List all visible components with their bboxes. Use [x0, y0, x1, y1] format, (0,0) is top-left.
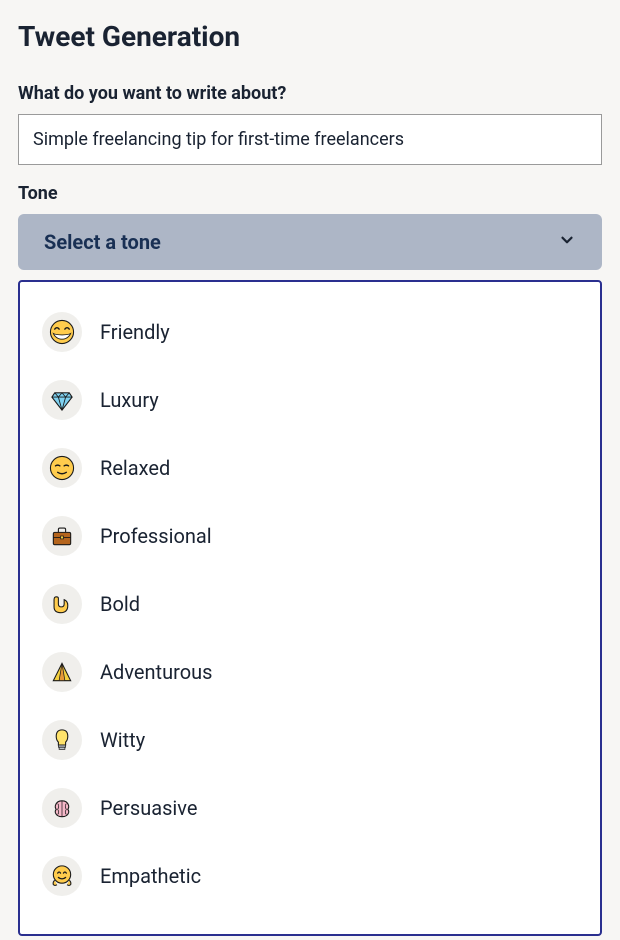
professional-icon [42, 516, 82, 556]
tone-option-bold[interactable]: Bold [42, 570, 578, 638]
tone-select-placeholder: Select a tone [44, 230, 161, 254]
tone-option-label: Empathetic [100, 864, 201, 888]
tone-option-label: Friendly [100, 320, 170, 344]
tone-option-label: Persuasive [100, 796, 197, 820]
friendly-icon [42, 312, 82, 352]
luxury-icon [42, 380, 82, 420]
bold-icon [42, 584, 82, 624]
tone-option-label: Luxury [100, 388, 159, 412]
topic-input[interactable] [18, 114, 602, 165]
persuasive-icon [42, 788, 82, 828]
tone-option-label: Witty [100, 728, 145, 752]
tone-label: Tone [18, 183, 602, 204]
witty-icon [42, 720, 82, 760]
adventurous-icon [42, 652, 82, 692]
topic-label: What do you want to write about? [18, 83, 602, 104]
tone-option-relaxed[interactable]: Relaxed [42, 434, 578, 502]
tone-option-friendly[interactable]: Friendly [42, 298, 578, 366]
tone-option-label: Adventurous [100, 660, 212, 684]
tone-dropdown: Friendly Luxury Relaxed Professional Bol… [18, 280, 602, 936]
empathetic-icon [42, 856, 82, 896]
page-title: Tweet Generation [18, 20, 602, 53]
tone-option-label: Bold [100, 592, 140, 616]
tone-option-label: Professional [100, 524, 212, 548]
tone-select-trigger[interactable]: Select a tone [18, 214, 602, 270]
tone-option-professional[interactable]: Professional [42, 502, 578, 570]
tone-option-persuasive[interactable]: Persuasive [42, 774, 578, 842]
tone-option-empathetic[interactable]: Empathetic [42, 842, 578, 910]
relaxed-icon [42, 448, 82, 488]
chevron-down-icon [558, 231, 576, 253]
tone-option-label: Relaxed [100, 456, 170, 480]
tone-option-adventurous[interactable]: Adventurous [42, 638, 578, 706]
tone-option-witty[interactable]: Witty [42, 706, 578, 774]
tone-option-luxury[interactable]: Luxury [42, 366, 578, 434]
